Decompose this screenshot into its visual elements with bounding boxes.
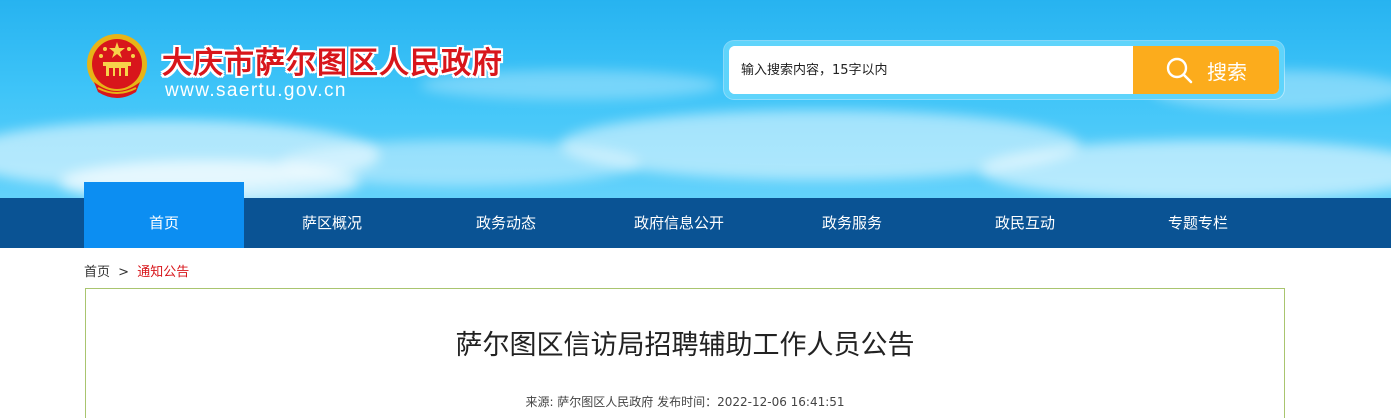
- breadcrumb: 首页 > 通知公告: [84, 261, 189, 280]
- search-inner: 搜索: [729, 46, 1279, 94]
- search-icon: [1165, 56, 1193, 84]
- nav-item-services[interactable]: 政务服务: [772, 198, 932, 248]
- main-nav: 首页 萨区概况 政务动态 政府信息公开 政务服务 政民互动 专题专栏: [0, 182, 1391, 248]
- search-button-label: 搜索: [1207, 59, 1247, 84]
- breadcrumb-current[interactable]: 通知公告: [137, 265, 189, 280]
- breadcrumb-home[interactable]: 首页: [84, 265, 110, 280]
- header-banner: 大庆市萨尔图区人民政府 www.saertu.gov.cn 搜索: [0, 0, 1391, 198]
- article-meta: 来源: 萨尔图区人民政府 发布时间：2022-12-06 16:41:51: [525, 395, 845, 409]
- article-panel: 萨尔图区信访局招聘辅助工作人员公告 来源: 萨尔图区人民政府 发布时间：2022…: [85, 288, 1285, 418]
- nav-item-topics[interactable]: 专题专栏: [1118, 198, 1278, 248]
- search-box: 搜索: [724, 41, 1284, 99]
- nav-item-interaction[interactable]: 政民互动: [945, 198, 1105, 248]
- site-url[interactable]: www.saertu.gov.cn: [165, 80, 347, 102]
- cloud-decoration: [980, 140, 1391, 198]
- breadcrumb-separator: >: [118, 265, 130, 280]
- national-emblem-icon[interactable]: [84, 32, 150, 102]
- search-button[interactable]: 搜索: [1133, 46, 1279, 94]
- article-title: 萨尔图区信访局招聘辅助工作人员公告: [455, 330, 915, 361]
- nav-item-news[interactable]: 政务动态: [426, 198, 586, 248]
- search-input[interactable]: [729, 46, 1133, 94]
- nav-item-info-disclosure[interactable]: 政府信息公开: [599, 198, 759, 248]
- nav-item-overview[interactable]: 萨区概况: [252, 198, 412, 248]
- nav-item-home[interactable]: 首页: [84, 182, 244, 248]
- site-title[interactable]: 大庆市萨尔图区人民政府: [162, 38, 503, 82]
